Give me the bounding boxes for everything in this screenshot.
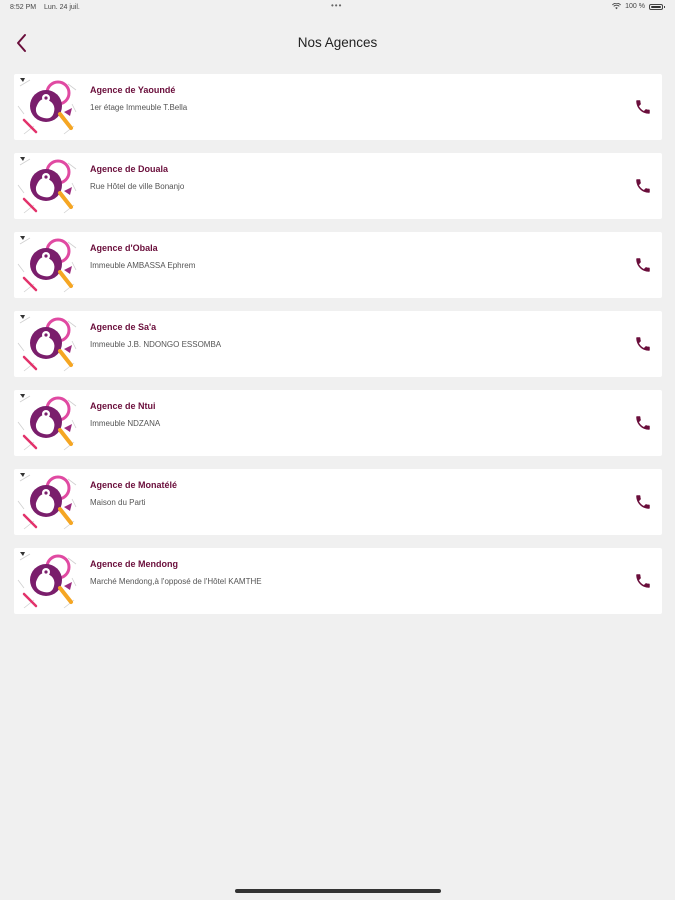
agency-logo-image (16, 392, 78, 454)
status-date: Lun. 24 juil. (44, 4, 80, 11)
phone-icon[interactable] (634, 335, 652, 353)
phone-icon[interactable] (634, 414, 652, 432)
agency-list: Agence de Yaoundé 1er étage Immeuble T.B… (14, 74, 662, 627)
phone-icon[interactable] (634, 256, 652, 274)
battery-icon (649, 3, 665, 10)
agency-name: Agence de Yaoundé (90, 85, 176, 95)
agency-name: Agence de Monatélé (90, 480, 178, 490)
agency-name: Agence de Sa'a (90, 322, 157, 332)
agency-card[interactable]: Agence de Mendong Marché Mendong,à l'opp… (14, 548, 662, 614)
phone-icon[interactable] (634, 98, 652, 116)
agency-card[interactable]: Agence de Sa'a Immeuble J.B. NDONGO ESSO… (14, 311, 662, 377)
agency-card[interactable]: Agence de Monatélé Maison du Parti (14, 469, 662, 535)
agency-address: Marché Mendong,à l'opposé de l'Hôtel KAM… (90, 577, 262, 586)
agency-card[interactable]: Agence de Ntui Immeuble NDZANA (14, 390, 662, 456)
status-bar: 8:52 PM Lun. 24 juil. ••• 100 % (0, 0, 675, 18)
status-time-date: 8:52 PM Lun. 24 juil. (10, 4, 80, 11)
agency-logo-image (16, 550, 78, 612)
agency-address: Immeuble NDZANA (90, 419, 161, 428)
agency-card[interactable]: Agence de Yaoundé 1er étage Immeuble T.B… (14, 74, 662, 140)
agency-name: Agence d'Obala (90, 243, 158, 253)
navigation-bar: Nos Agences (0, 26, 675, 60)
status-indicators: 100 % (612, 3, 665, 10)
status-time: 8:52 PM (10, 4, 37, 11)
agency-address: Rue Hôtel de ville Bonanjo (90, 182, 185, 191)
agency-logo-image (16, 155, 78, 217)
phone-icon[interactable] (634, 493, 652, 511)
phone-icon[interactable] (634, 177, 652, 195)
agency-address: Immeuble AMBASSA Ephrem (90, 261, 196, 270)
agency-address: Immeuble J.B. NDONGO ESSOMBA (90, 340, 222, 349)
agency-logo-image (16, 471, 78, 533)
agency-logo-image (16, 313, 78, 375)
agency-address: 1er étage Immeuble T.Bella (90, 103, 188, 112)
agency-logo-image (16, 76, 78, 138)
agency-name: Agence de Ntui (90, 401, 156, 411)
agency-name: Agence de Mendong (90, 559, 179, 569)
agency-logo-image (16, 234, 78, 296)
home-indicator[interactable] (235, 889, 441, 893)
battery-percent: 100 % (625, 3, 645, 10)
agency-card[interactable]: Agence d'Obala Immeuble AMBASSA Ephrem (14, 232, 662, 298)
multitasking-dots[interactable]: ••• (331, 1, 342, 10)
phone-icon[interactable] (634, 572, 652, 590)
agency-name: Agence de Douala (90, 164, 169, 174)
page-title: Nos Agences (297, 35, 378, 50)
agency-card[interactable]: Agence de Douala Rue Hôtel de ville Bona… (14, 153, 662, 219)
wifi-icon (612, 3, 622, 10)
agency-address: Maison du Parti (90, 498, 146, 507)
